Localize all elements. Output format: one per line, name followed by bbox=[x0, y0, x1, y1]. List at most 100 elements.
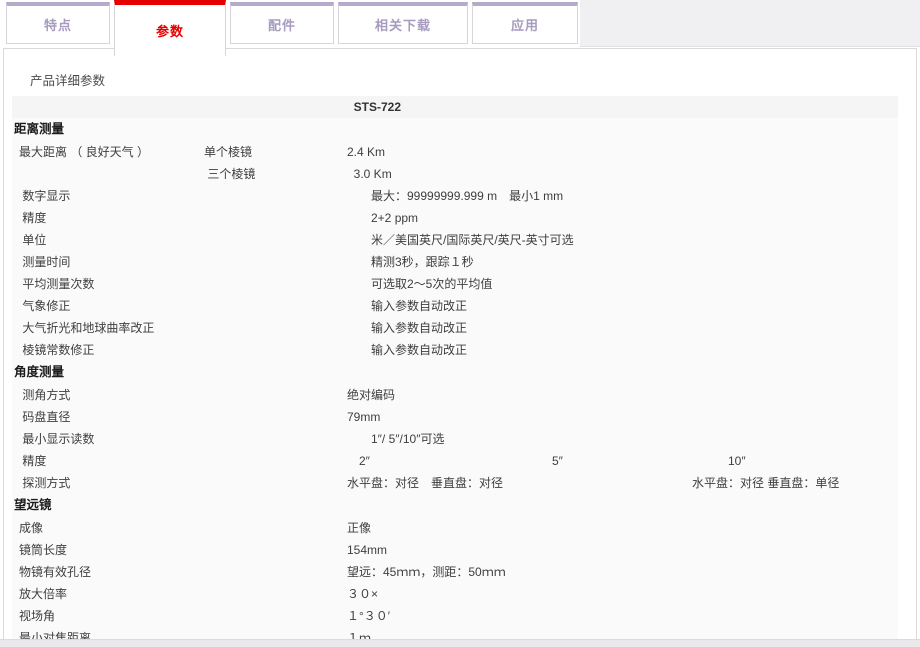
spec-label: 成像 bbox=[12, 517, 200, 539]
tab-bar: 特点参数配件相关下载应用 bbox=[6, 2, 578, 58]
spec-value: 输入参数自动改正 bbox=[345, 317, 898, 339]
spec-row: 三个棱镜 3.0 Km bbox=[12, 163, 898, 185]
spec-label: 最大距离 （ 良好天气 ） bbox=[12, 141, 200, 163]
section-header-row: 距离测量 bbox=[12, 118, 898, 141]
spec-sublabel bbox=[200, 561, 345, 583]
spec-sublabel bbox=[200, 295, 345, 317]
spec-label: 数字显示 bbox=[12, 185, 200, 207]
spec-value: 米／美国英尺/国际英尺/英尺-英寸可选 bbox=[345, 229, 898, 251]
spec-value: 2.4 Km bbox=[345, 141, 898, 163]
tab-bar-filler bbox=[580, 0, 920, 47]
spec-value: 绝对编码 bbox=[345, 384, 898, 406]
spec-label: 镜筒长度 bbox=[12, 539, 200, 561]
spec-value: 水平盘：对径 垂直盘：单径 bbox=[690, 472, 898, 494]
spec-label: 探测方式 bbox=[12, 472, 200, 494]
tab-parameters[interactable]: 参数 bbox=[114, 0, 226, 56]
spec-sublabel bbox=[200, 583, 345, 605]
spec-sublabel bbox=[200, 384, 345, 406]
spec-label bbox=[12, 96, 200, 118]
spec-row: 测量时间 精测3秒，跟踪１秒 bbox=[12, 251, 898, 273]
spec-value: １°３０′ bbox=[345, 605, 898, 627]
spec-value: 2+2 ppm bbox=[345, 207, 898, 229]
spec-sublabel bbox=[200, 539, 345, 561]
spec-value: 精测3秒，跟踪１秒 bbox=[345, 251, 898, 273]
tab-features[interactable]: 特点 bbox=[6, 2, 110, 44]
spec-row: 码盘直径79mm bbox=[12, 406, 898, 428]
spec-label: 视场角 bbox=[12, 605, 200, 627]
spec-value: 10″ bbox=[690, 450, 898, 472]
spec-value: 输入参数自动改正 bbox=[345, 295, 898, 317]
content-panel: 产品详细参数 STS-722距离测量最大距离 （ 良好天气 ）单个棱镜2.4 K… bbox=[3, 48, 917, 647]
spec-value: ３０× bbox=[345, 583, 898, 605]
spec-value: 望远：45ｍｍ，测距：50ｍｍ bbox=[345, 561, 898, 583]
spec-label: 棱镜常数修正 bbox=[12, 339, 200, 361]
spec-row: 成像 正像 bbox=[12, 517, 898, 539]
model-name: STS-722 bbox=[345, 96, 898, 118]
tab-applications[interactable]: 应用 bbox=[472, 2, 578, 44]
spec-value: 水平盘：对径 垂直盘：对径 bbox=[345, 472, 690, 494]
spec-value: 2″ bbox=[345, 450, 550, 472]
spec-label: 码盘直径 bbox=[12, 406, 200, 428]
section-title: 距离测量 bbox=[12, 118, 898, 141]
spec-value: 3.0 Km bbox=[345, 163, 898, 185]
spec-label: 平均测量次数 bbox=[12, 273, 200, 295]
product-spec-page: 特点参数配件相关下载应用 产品详细参数 STS-722距离测量最大距离 （ 良好… bbox=[0, 0, 920, 647]
spec-sublabel bbox=[200, 317, 345, 339]
spec-label: 最小显示读数 bbox=[12, 428, 200, 450]
spec-row: 最小显示读数 1″/ 5″/10″可选 bbox=[12, 428, 898, 450]
section-title: 角度测量 bbox=[12, 361, 898, 384]
spec-label: 精度 bbox=[12, 450, 200, 472]
section-header-row: 角度测量 bbox=[12, 361, 898, 384]
spec-label: 物镜有效孔径 bbox=[12, 561, 200, 583]
spec-label: 放大倍率 bbox=[12, 583, 200, 605]
spec-label: 精度 bbox=[12, 207, 200, 229]
spec-table: STS-722距离测量最大距离 （ 良好天气 ）单个棱镜2.4 Km 三个棱镜 … bbox=[12, 96, 898, 647]
spec-sublabel bbox=[200, 207, 345, 229]
spec-row: 平均测量次数 可选取2～5次的平均值 bbox=[12, 273, 898, 295]
spec-sublabel: 单个棱镜 bbox=[200, 141, 345, 163]
horizontal-scrollbar[interactable] bbox=[0, 639, 920, 647]
spec-sublabel bbox=[200, 251, 345, 273]
spec-sublabel bbox=[200, 185, 345, 207]
spec-row: 探测方式 水平盘：对径 垂直盘：对径水平盘：对径 垂直盘：单径 bbox=[12, 472, 898, 494]
spec-sublabel bbox=[200, 472, 345, 494]
spec-value: 正像 bbox=[345, 517, 898, 539]
spec-label bbox=[12, 163, 200, 185]
spec-row: 精度 2+2 ppm bbox=[12, 207, 898, 229]
section-title: 望远镜 bbox=[12, 494, 898, 517]
spec-sublabel bbox=[200, 229, 345, 251]
page-subtitle: 产品详细参数 bbox=[30, 73, 916, 89]
spec-label: 气象修正 bbox=[12, 295, 200, 317]
spec-row: 精度 2″5″ 10″ bbox=[12, 450, 898, 472]
spec-value: 输入参数自动改正 bbox=[345, 339, 898, 361]
spec-value: 5″ bbox=[550, 450, 690, 472]
spec-row: 镜筒长度 154mm bbox=[12, 539, 898, 561]
spec-row: 物镜有效孔径 望远：45ｍｍ，测距：50ｍｍ bbox=[12, 561, 898, 583]
spec-sublabel bbox=[200, 517, 345, 539]
spec-sublabel bbox=[200, 273, 345, 295]
spec-row: 最大距离 （ 良好天气 ）单个棱镜2.4 Km bbox=[12, 141, 898, 163]
spec-row: 大气折光和地球曲率改正 输入参数自动改正 bbox=[12, 317, 898, 339]
spec-label: 测量时间 bbox=[12, 251, 200, 273]
spec-sublabel bbox=[200, 428, 345, 450]
spec-row: 放大倍率 ３０× bbox=[12, 583, 898, 605]
spec-label: 测角方式 bbox=[12, 384, 200, 406]
tab-downloads[interactable]: 相关下载 bbox=[338, 2, 468, 44]
spec-row: 数字显示 最大：99999999.999 m 最小1 mm bbox=[12, 185, 898, 207]
spec-row: 棱镜常数修正 输入参数自动改正 bbox=[12, 339, 898, 361]
section-header-row: 望远镜 bbox=[12, 494, 898, 517]
spec-value: 最大：99999999.999 m 最小1 mm bbox=[345, 185, 898, 207]
spec-value: 可选取2～5次的平均值 bbox=[345, 273, 898, 295]
spec-row: 单位 米／美国英尺/国际英尺/英尺-英寸可选 bbox=[12, 229, 898, 251]
spec-sublabel bbox=[200, 339, 345, 361]
spec-sublabel bbox=[200, 96, 345, 118]
spec-row: 视场角 １°３０′ bbox=[12, 605, 898, 627]
spec-value: 154mm bbox=[345, 539, 898, 561]
spec-sublabel bbox=[200, 450, 345, 472]
spec-row: 气象修正 输入参数自动改正 bbox=[12, 295, 898, 317]
spec-value: 1″/ 5″/10″可选 bbox=[345, 428, 898, 450]
spec-sublabel: 三个棱镜 bbox=[200, 163, 345, 185]
tab-accessories[interactable]: 配件 bbox=[230, 2, 334, 44]
spec-row: 测角方式 绝对编码 bbox=[12, 384, 898, 406]
spec-label: 单位 bbox=[12, 229, 200, 251]
